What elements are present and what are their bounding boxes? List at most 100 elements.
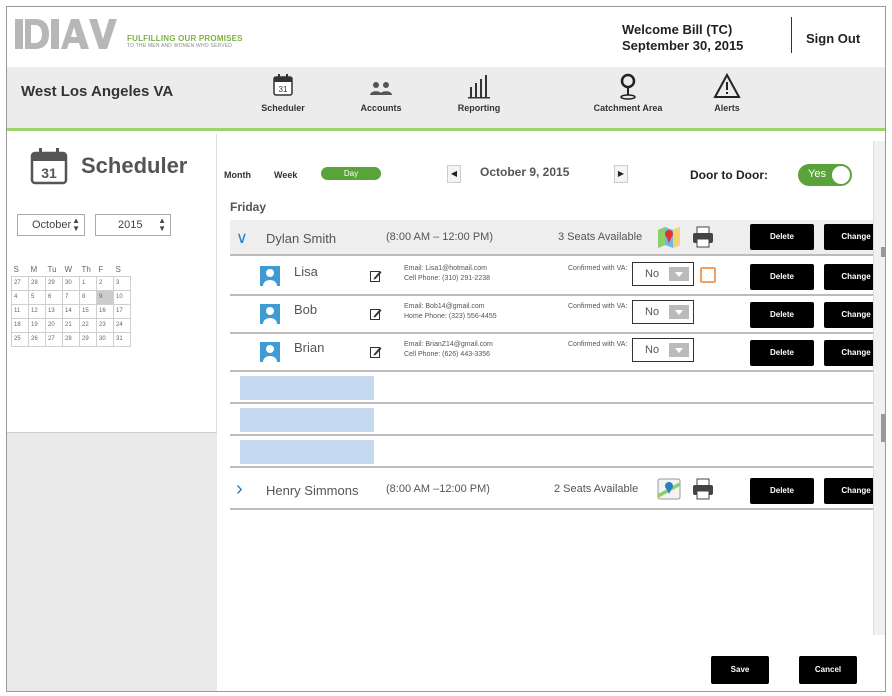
tagline-secondary: TO THE MEN AND WOMEN WHO SERVED (127, 43, 233, 49)
print-icon[interactable] (690, 476, 716, 502)
calendar-day[interactable]: 29 (79, 331, 97, 347)
calendar-day[interactable]: 12 (28, 303, 46, 319)
chevron-down-icon[interactable]: ∨ (236, 228, 248, 248)
driver-row[interactable]: ∨ Dylan Smith (8:00 AM – 12:00 PM) 3 Sea… (230, 220, 885, 256)
edit-icon[interactable] (370, 270, 382, 282)
calendar-day[interactable]: 10 (113, 289, 131, 305)
delete-button[interactable]: Delete (750, 302, 814, 328)
door-to-door-toggle[interactable]: Yes (798, 164, 852, 186)
edit-icon[interactable] (370, 308, 382, 320)
calendar-day[interactable]: 8 (79, 289, 97, 305)
site-name: West Los Angeles VA (21, 83, 174, 100)
page-title: 31 Scheduler (29, 146, 187, 186)
empty-seat-slot[interactable] (240, 408, 374, 432)
confirmed-select[interactable]: No (632, 300, 694, 324)
year-select-value: 2015 (118, 219, 143, 231)
delete-button[interactable]: Delete (750, 264, 814, 290)
calendar-day[interactable]: 17 (113, 303, 131, 319)
calendar-day[interactable]: 27 (11, 275, 29, 291)
empty-seat-row[interactable] (230, 436, 880, 468)
calendar-day[interactable]: 5 (28, 289, 46, 305)
calendar-day[interactable]: 13 (45, 303, 63, 319)
empty-seat-slot[interactable] (240, 376, 374, 400)
toggle-value: Yes (808, 168, 826, 180)
calendar-weekdays: S M Tu W Th F S (12, 264, 131, 276)
calendar-day[interactable]: 9 (96, 289, 114, 305)
calendar-day[interactable]: 4 (11, 289, 29, 305)
nav-item-catchment-area[interactable]: Catchment Area (582, 71, 674, 113)
welcome-block: Welcome Bill (TC) September 30, 2015 (622, 22, 743, 54)
calendar-day[interactable]: 27 (45, 331, 63, 347)
weekday: Th (81, 265, 91, 275)
prev-date-button[interactable]: ◀ (447, 165, 461, 183)
rider-phone: Home Phone: (323) 556-4455 (404, 313, 497, 320)
calendar-day[interactable]: 20 (45, 317, 63, 333)
calendar-day[interactable]: 28 (62, 331, 80, 347)
delete-button[interactable]: Delete (750, 224, 814, 250)
chevron-right-icon[interactable]: › (236, 478, 243, 501)
delete-button[interactable]: Delete (750, 478, 814, 504)
cancel-button[interactable]: Cancel (799, 656, 857, 684)
year-select[interactable]: 2015 ▲ ▼ (95, 214, 171, 236)
month-select[interactable]: October ▲ ▼ (17, 214, 85, 236)
calendar-day[interactable]: 30 (96, 331, 114, 347)
calendar-day[interactable]: 11 (11, 303, 29, 319)
nav-item-reporting[interactable]: Reporting (433, 71, 525, 113)
calendar-day[interactable]: 30 (62, 275, 80, 291)
calendar-day[interactable]: 24 (113, 317, 131, 333)
calendar-week: 25 26 27 28 29 30 31 (11, 331, 131, 347)
calendar-day[interactable]: 3 (113, 275, 131, 291)
scrollbar[interactable] (873, 141, 885, 635)
empty-seat-row[interactable] (230, 372, 880, 404)
nav-label: Reporting (457, 103, 501, 113)
empty-seat-row[interactable] (230, 404, 880, 436)
calendar-day[interactable]: 18 (11, 317, 29, 333)
calendar-day[interactable]: 15 (79, 303, 97, 319)
calendar-day[interactable]: 2 (96, 275, 114, 291)
nav-item-alerts[interactable]: Alerts (681, 71, 773, 113)
scrollbar-thumb[interactable] (881, 414, 885, 442)
calendar-day[interactable]: 14 (62, 303, 80, 319)
chevron-left-icon: ◀ (450, 169, 458, 178)
nav-item-accounts[interactable]: Accounts (335, 71, 427, 113)
calendar-day[interactable]: 25 (11, 331, 29, 347)
calendar-day[interactable]: 16 (96, 303, 114, 319)
view-month-tab[interactable]: Month (224, 170, 251, 180)
empty-seat-slot[interactable] (240, 440, 374, 464)
warning-icon (713, 72, 741, 98)
rider-contact: Email: BrianZ14@gmail.com Cell Phone: (6… (404, 340, 493, 360)
calendar-day[interactable]: 6 (45, 289, 63, 305)
main-content: Month Week Day ◀ October 9, 2015 ▶ Door … (218, 134, 885, 691)
dav-logo[interactable] (13, 15, 118, 53)
confirmed-label: Confirmed with VA: (568, 341, 628, 348)
nav-item-scheduler[interactable]: 31 Scheduler (237, 71, 329, 113)
confirmed-select[interactable]: No (632, 338, 694, 362)
calendar-day[interactable]: 7 (62, 289, 80, 305)
calendar-day[interactable]: 29 (45, 275, 63, 291)
print-icon[interactable] (690, 224, 716, 250)
calendar-day[interactable]: 23 (96, 317, 114, 333)
nav-label: Scheduler (261, 103, 305, 113)
calendar-day[interactable]: 28 (28, 275, 46, 291)
map-icon[interactable] (656, 224, 682, 250)
confirmed-select[interactable]: No (632, 262, 694, 286)
calendar-day[interactable]: 1 (79, 275, 97, 291)
delete-button[interactable]: Delete (750, 340, 814, 366)
calendar-icon: 31 (273, 74, 293, 96)
view-day-tab[interactable]: Day (321, 167, 381, 180)
rider-name: Lisa (294, 264, 318, 279)
rider-phone: Cell Phone: (626) 443-3356 (404, 351, 491, 358)
calendar-day[interactable]: 21 (62, 317, 80, 333)
month-select-value: October (32, 219, 72, 231)
calendar-day[interactable]: 31 (113, 331, 131, 347)
edit-icon[interactable] (370, 346, 382, 358)
calendar-day[interactable]: 26 (28, 331, 46, 347)
map-icon[interactable] (656, 476, 682, 502)
calendar-day[interactable]: 19 (28, 317, 46, 333)
calendar-day[interactable]: 22 (79, 317, 97, 333)
driver-row[interactable]: › Henry Simmons (8:00 AM –12:00 PM) 2 Se… (230, 472, 885, 510)
next-date-button[interactable]: ▶ (614, 165, 628, 183)
save-button[interactable]: Save (711, 656, 769, 684)
sign-out-link[interactable]: Sign Out (806, 31, 860, 46)
view-week-tab[interactable]: Week (274, 170, 297, 180)
